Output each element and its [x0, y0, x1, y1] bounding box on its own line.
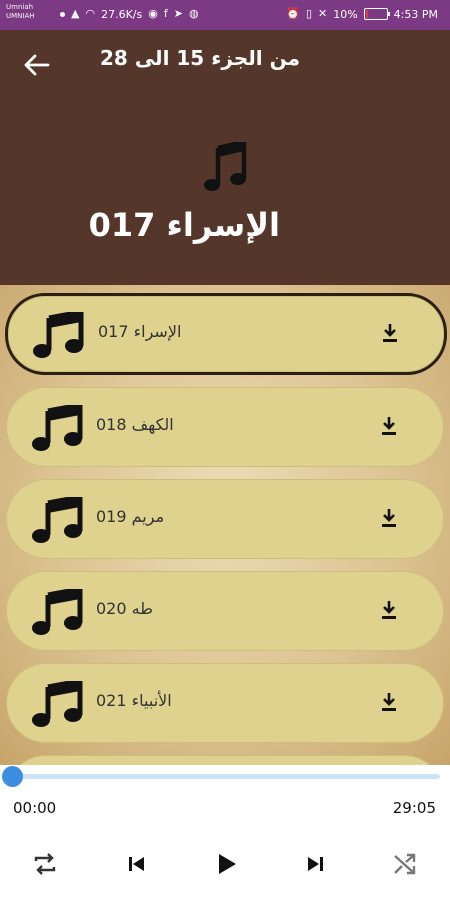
track-item[interactable]: طه 020	[6, 571, 444, 651]
track-item-partial[interactable]	[6, 755, 444, 765]
header: من الجزء 15 الى 28 الإسراء 017	[0, 30, 450, 285]
music-note-icon	[33, 312, 84, 358]
music-note-icon	[32, 681, 83, 727]
total-time: 29:05	[392, 799, 436, 817]
current-time: 00:00	[13, 799, 57, 817]
music-note-icon	[32, 405, 83, 451]
signal-icon: ▲	[71, 7, 80, 20]
track-item[interactable]: الكهف 018	[6, 387, 444, 467]
battery-icon	[363, 8, 390, 20]
page-title: من الجزء 15 الى 28	[100, 46, 300, 70]
download-icon[interactable]	[380, 507, 398, 529]
alarm-icon: ⏰	[286, 7, 300, 20]
download-icon[interactable]	[380, 415, 398, 437]
notification-dot-icon	[60, 11, 65, 17]
track-list: الإسراء 017 الكهف 018 مريم 019 طه 020 ال…	[0, 285, 450, 765]
app-notification-icon: ◉	[148, 7, 158, 20]
next-icon[interactable]	[301, 849, 331, 879]
play-icon[interactable]	[211, 849, 241, 879]
track-label: الأنبياء 021	[96, 691, 172, 710]
download-icon[interactable]	[381, 322, 399, 344]
status-bar: Umniah UMNIAH ▲ ◠ 27.6K/s ◉ f ➤ ◍ ⏰ ▯ ✕ …	[0, 0, 450, 30]
track-label: مريم 019	[96, 507, 165, 526]
music-note-icon	[204, 142, 247, 191]
track-label: الإسراء 017	[98, 322, 182, 341]
seek-handle[interactable]	[2, 766, 23, 787]
telegram-icon: ➤	[173, 7, 183, 20]
track-label: الكهف 018	[96, 415, 174, 434]
now-playing-title: الإسراء 017	[88, 206, 280, 244]
carrier-label: Umniah UMNIAH	[6, 3, 35, 21]
music-note-icon	[32, 497, 83, 543]
facebook-icon: f	[163, 7, 168, 20]
download-icon[interactable]	[380, 691, 398, 713]
wifi-icon: ◠	[85, 7, 96, 20]
seek-bar[interactable]	[14, 774, 440, 779]
back-arrow-icon[interactable]	[22, 52, 52, 78]
track-item[interactable]: مريم 019	[6, 479, 444, 559]
status-right: ⏰ ▯ ✕ 10% 4:53 PM	[286, 7, 438, 21]
network-speed: 27.6K/s	[101, 7, 143, 21]
track-item-active[interactable]: الإسراء 017	[5, 293, 447, 375]
shuffle-icon[interactable]	[390, 849, 420, 879]
carrier-line-2: UMNIAH	[6, 12, 35, 20]
repeat-icon[interactable]	[30, 849, 60, 879]
track-label: طه 020	[96, 599, 153, 618]
vibrate-icon: ▯	[305, 7, 312, 20]
no-sim-icon: ✕	[318, 7, 328, 20]
player-bar: 00:00 29:05	[0, 765, 450, 900]
track-item[interactable]: الأنبياء 021	[6, 663, 444, 743]
previous-icon[interactable]	[121, 849, 151, 879]
clock: 4:53 PM	[393, 7, 438, 21]
download-icon[interactable]	[380, 599, 398, 621]
music-note-icon	[32, 589, 83, 635]
messenger-icon: ◍	[188, 7, 199, 20]
battery-percent: 10%	[333, 7, 358, 21]
carrier-line-1: Umniah	[6, 3, 34, 11]
status-left: ▲ ◠ 27.6K/s ◉ f ➤ ◍	[60, 7, 199, 21]
